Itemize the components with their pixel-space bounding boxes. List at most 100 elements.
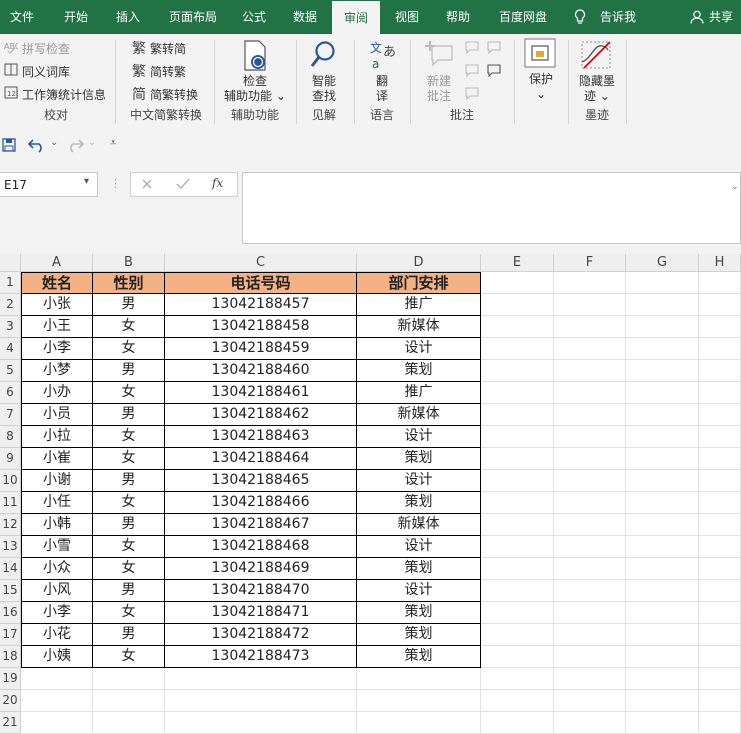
table-cell[interactable]: 策划 bbox=[357, 360, 481, 382]
name-box-dropdown-icon[interactable]: ▾ bbox=[84, 176, 89, 187]
table-cell[interactable]: 设计 bbox=[357, 426, 481, 448]
empty-cell[interactable] bbox=[21, 668, 93, 690]
table-cell[interactable]: 设计 bbox=[357, 580, 481, 602]
smart-lookup-button[interactable]: 智能 查找 bbox=[298, 74, 350, 104]
row-header[interactable]: 21 bbox=[0, 712, 21, 734]
table-cell[interactable]: 男 bbox=[93, 514, 165, 536]
empty-cell[interactable] bbox=[165, 668, 357, 690]
empty-cell[interactable] bbox=[357, 712, 481, 734]
tab-file[interactable]: 文件 bbox=[2, 0, 42, 34]
table-cell[interactable]: 女 bbox=[93, 536, 165, 558]
table-cell[interactable]: 女 bbox=[93, 448, 165, 470]
row-header[interactable]: 2 bbox=[0, 294, 21, 316]
empty-cell[interactable] bbox=[481, 426, 554, 448]
lightbulb-icon[interactable] bbox=[574, 9, 586, 25]
table-cell[interactable]: 小风 bbox=[21, 580, 93, 602]
empty-cell[interactable] bbox=[626, 602, 699, 624]
row-header[interactable]: 1 bbox=[0, 272, 21, 294]
table-header-cell[interactable]: 姓名 bbox=[21, 272, 93, 294]
table-cell[interactable]: 男 bbox=[93, 470, 165, 492]
empty-cell[interactable] bbox=[699, 448, 741, 470]
empty-cell[interactable] bbox=[481, 668, 554, 690]
table-cell[interactable]: 13042188457 bbox=[165, 294, 357, 316]
table-cell[interactable]: 策划 bbox=[357, 646, 481, 668]
worksheet-grid[interactable]: A B C D E F G H 1 姓名 性别 电话号码 部门安排 2 小张男 13042188457 推广 3 小… bbox=[0, 254, 741, 734]
column-header[interactable]: G bbox=[626, 254, 699, 272]
tab-data[interactable]: 数据 bbox=[285, 0, 325, 34]
empty-cell[interactable] bbox=[481, 294, 554, 316]
select-all-corner[interactable] bbox=[0, 254, 21, 272]
tab-page-layout[interactable]: 页面布局 bbox=[160, 0, 226, 34]
empty-cell[interactable] bbox=[554, 294, 626, 316]
empty-cell[interactable] bbox=[554, 338, 626, 360]
hide-ink-button[interactable]: 隐藏墨 迹 ⌄ bbox=[570, 74, 624, 104]
column-header[interactable]: B bbox=[93, 254, 165, 272]
empty-cell[interactable] bbox=[165, 690, 357, 712]
empty-cell[interactable] bbox=[626, 448, 699, 470]
empty-cell[interactable] bbox=[699, 404, 741, 426]
row-header[interactable]: 7 bbox=[0, 404, 21, 426]
empty-cell[interactable] bbox=[626, 470, 699, 492]
table-cell[interactable]: 小雪 bbox=[21, 536, 93, 558]
empty-cell[interactable] bbox=[699, 360, 741, 382]
tell-me-search[interactable]: 告诉我 bbox=[596, 0, 640, 34]
empty-cell[interactable] bbox=[554, 580, 626, 602]
accessibility-check-button[interactable]: 检查 辅助功能 ⌄ bbox=[216, 74, 294, 104]
row-header[interactable]: 11 bbox=[0, 492, 21, 514]
row-header[interactable]: 9 bbox=[0, 448, 21, 470]
table-cell[interactable]: 设计 bbox=[357, 536, 481, 558]
empty-cell[interactable] bbox=[626, 514, 699, 536]
empty-cell[interactable] bbox=[481, 492, 554, 514]
empty-cell[interactable] bbox=[626, 624, 699, 646]
table-cell[interactable]: 小李 bbox=[21, 602, 93, 624]
table-cell[interactable]: 男 bbox=[93, 294, 165, 316]
table-cell[interactable]: 策划 bbox=[357, 448, 481, 470]
row-header[interactable]: 19 bbox=[0, 668, 21, 690]
empty-cell[interactable] bbox=[21, 690, 93, 712]
empty-cell[interactable] bbox=[481, 448, 554, 470]
empty-cell[interactable] bbox=[481, 536, 554, 558]
cancel-icon[interactable] bbox=[141, 178, 153, 190]
table-cell[interactable]: 13042188458 bbox=[165, 316, 357, 338]
table-cell[interactable]: 小任 bbox=[21, 492, 93, 514]
empty-cell[interactable] bbox=[481, 580, 554, 602]
empty-cell[interactable] bbox=[554, 668, 626, 690]
row-header[interactable]: 16 bbox=[0, 602, 21, 624]
empty-cell[interactable] bbox=[21, 712, 93, 734]
expand-formula-bar-icon[interactable]: ⌄ bbox=[731, 182, 739, 192]
table-cell[interactable]: 女 bbox=[93, 558, 165, 580]
table-cell[interactable]: 策划 bbox=[357, 492, 481, 514]
column-header[interactable]: D bbox=[357, 254, 481, 272]
chinese-conversion-button[interactable]: 简繁转换 bbox=[150, 86, 198, 103]
empty-cell[interactable] bbox=[554, 602, 626, 624]
row-header[interactable]: 4 bbox=[0, 338, 21, 360]
table-cell[interactable]: 小众 bbox=[21, 558, 93, 580]
empty-cell[interactable] bbox=[699, 492, 741, 514]
empty-cell[interactable] bbox=[481, 514, 554, 536]
empty-cell[interactable] bbox=[554, 712, 626, 734]
tab-home[interactable]: 开始 bbox=[56, 0, 96, 34]
empty-cell[interactable] bbox=[481, 272, 554, 294]
table-cell[interactable]: 小办 bbox=[21, 382, 93, 404]
tab-formulas[interactable]: 公式 bbox=[234, 0, 274, 34]
table-cell[interactable]: 小姨 bbox=[21, 646, 93, 668]
table-cell[interactable]: 13042188468 bbox=[165, 536, 357, 558]
table-cell[interactable]: 13042188472 bbox=[165, 624, 357, 646]
table-cell[interactable]: 女 bbox=[93, 316, 165, 338]
empty-cell[interactable] bbox=[699, 690, 741, 712]
empty-cell[interactable] bbox=[699, 602, 741, 624]
empty-cell[interactable] bbox=[481, 602, 554, 624]
table-cell[interactable]: 13042188460 bbox=[165, 360, 357, 382]
table-cell[interactable]: 男 bbox=[93, 360, 165, 382]
row-header[interactable]: 18 bbox=[0, 646, 21, 668]
table-cell[interactable]: 女 bbox=[93, 492, 165, 514]
redo-icon[interactable] bbox=[66, 137, 84, 153]
empty-cell[interactable] bbox=[626, 426, 699, 448]
empty-cell[interactable] bbox=[626, 316, 699, 338]
row-header[interactable]: 6 bbox=[0, 382, 21, 404]
column-header[interactable]: E bbox=[481, 254, 554, 272]
empty-cell[interactable] bbox=[626, 294, 699, 316]
empty-cell[interactable] bbox=[699, 272, 741, 294]
empty-cell[interactable] bbox=[699, 294, 741, 316]
empty-cell[interactable] bbox=[554, 624, 626, 646]
